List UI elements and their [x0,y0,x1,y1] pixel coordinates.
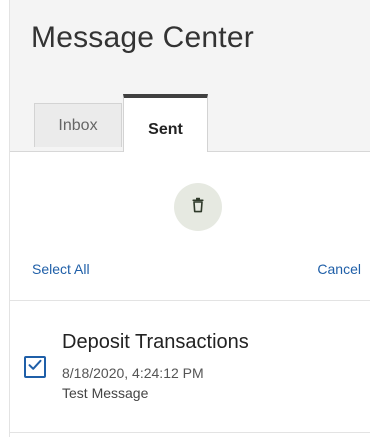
message-center-panel: Message Center Inbox Sent Select All Can… [0,0,370,437]
message-center-header: Message Center Inbox Sent [10,0,370,152]
trash-icon [191,197,205,218]
message-checkbox[interactable] [24,356,46,378]
message-divider [10,432,370,433]
message-timestamp: 8/18/2020, 4:24:12 PM [62,365,204,381]
delete-button[interactable] [174,183,222,231]
page-title: Message Center [31,21,254,54]
message-preview: Test Message [62,385,149,401]
tab-sent[interactable]: Sent [123,94,208,152]
select-all-link[interactable]: Select All [32,261,90,277]
tab-inbox[interactable]: Inbox [34,103,122,147]
message-subject: Deposit Transactions [62,331,249,353]
message-list-item[interactable]: Deposit Transactions 8/18/2020, 4:24:12 … [10,301,370,433]
checkmark-icon [28,358,42,376]
cancel-link[interactable]: Cancel [317,261,361,277]
